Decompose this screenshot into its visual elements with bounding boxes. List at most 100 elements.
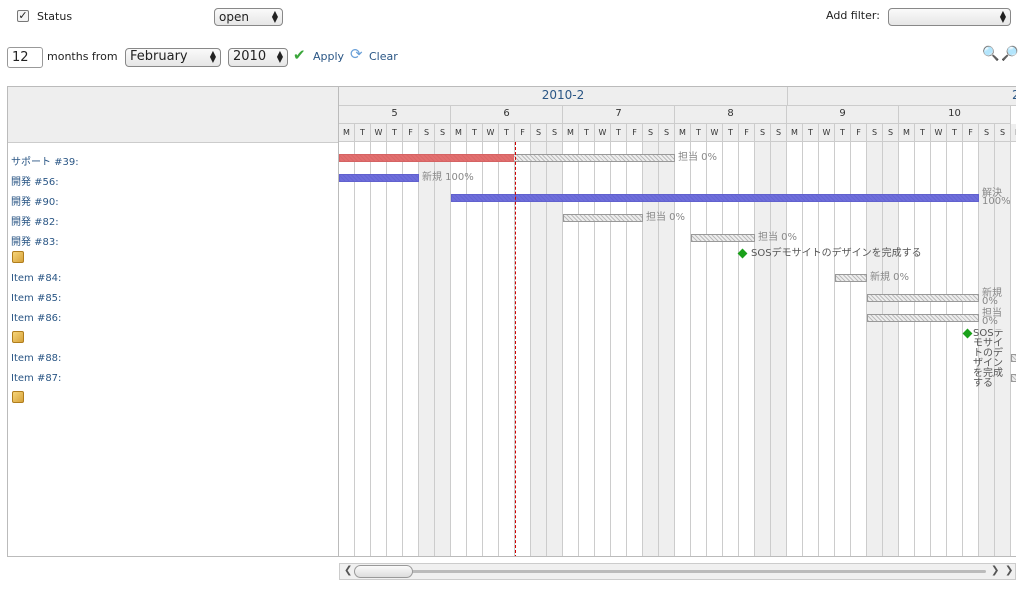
day-column (915, 124, 931, 556)
clear-link[interactable]: Clear (369, 50, 398, 63)
milestone-label: SOSデモサイトのデザインを完成する (751, 248, 922, 259)
issue-link[interactable]: 開発 #82: (11, 213, 59, 228)
day-letter: T (835, 124, 851, 142)
day-letter: T (467, 124, 483, 142)
version-icon[interactable] (12, 391, 24, 403)
day-column (851, 124, 867, 556)
issue-link[interactable]: 開発 #83: (11, 233, 59, 248)
zoom-out-icon[interactable]: 🔎 (1001, 47, 1018, 61)
day-letter: T (499, 124, 515, 142)
issue-link[interactable]: サポート #39: (11, 153, 79, 168)
day-letter: F (739, 124, 755, 142)
week-header: 7 (563, 106, 675, 124)
issue-link[interactable]: Item #84: (11, 273, 61, 284)
day-column (803, 124, 819, 556)
day-letter: T (723, 124, 739, 142)
day-letter: S (659, 124, 675, 142)
months-from-label: months from (47, 50, 118, 63)
day-letter: S (867, 124, 883, 142)
day-letter: T (579, 124, 595, 142)
day-column (659, 124, 675, 556)
scroll-left-icon[interactable]: ❮ (344, 565, 352, 576)
apply-link[interactable]: Apply (313, 50, 344, 63)
gantt-bar-86[interactable] (867, 314, 979, 322)
day-letter: S (435, 124, 451, 142)
gantt-subjects-header (8, 87, 338, 143)
status-select[interactable]: open ▲ ▼ (214, 8, 283, 26)
apply-icon[interactable]: ✔ (293, 48, 306, 63)
issue-link[interactable]: 開発 #90: (11, 193, 59, 208)
day-column (931, 124, 947, 556)
day-column (691, 124, 707, 556)
version-icon[interactable] (12, 331, 24, 343)
select-arrows-icon: ▲ ▼ (271, 9, 278, 24)
day-column (787, 124, 803, 556)
day-column (531, 124, 547, 556)
bar-label: 0% (982, 316, 998, 327)
day-letter: S (979, 124, 995, 142)
day-column (435, 124, 451, 556)
day-letter: F (403, 124, 419, 142)
gantt-bar-56-progress (339, 174, 419, 182)
gantt-bar-82[interactable] (563, 214, 643, 222)
day-column (403, 124, 419, 556)
add-filter-select[interactable]: ▲ ▼ (888, 8, 1011, 26)
week-header: 9 (787, 106, 899, 124)
day-letter: F (963, 124, 979, 142)
day-letter: W (931, 124, 947, 142)
next-month-header: 2 (1012, 88, 1016, 102)
week-header: 8 (675, 106, 787, 124)
horizontal-scrollbar[interactable]: ❮ ❯ ❯ (339, 563, 1016, 580)
day-letter: T (611, 124, 627, 142)
issue-link[interactable]: Item #88: (11, 353, 61, 364)
scroll-right-inner-icon[interactable]: ❯ (991, 565, 999, 576)
scroll-thumb[interactable] (354, 565, 413, 578)
issue-link[interactable]: Item #87: (11, 373, 61, 384)
day-column (547, 124, 563, 556)
gantt-bar-partial[interactable] (1011, 354, 1016, 362)
day-column (675, 124, 691, 556)
day-letter: W (707, 124, 723, 142)
day-column (883, 124, 899, 556)
day-letter: S (643, 124, 659, 142)
gantt-bar-84[interactable] (835, 274, 867, 282)
day-letter: T (387, 124, 403, 142)
issue-link[interactable]: Item #85: (11, 293, 61, 304)
version-icon[interactable] (12, 251, 24, 263)
year-select[interactable]: 2010 ▲ ▼ (228, 48, 288, 67)
gantt-bar-partial[interactable] (1011, 374, 1016, 382)
day-letter: W (595, 124, 611, 142)
day-letter: T (915, 124, 931, 142)
day-letter: S (419, 124, 435, 142)
day-letter: M (1011, 124, 1016, 142)
zoom-in-icon[interactable]: 🔍 (982, 47, 999, 61)
month-header: 2010-2 (541, 88, 585, 102)
scroll-right-icon[interactable]: ❯ (1005, 565, 1013, 576)
issue-link[interactable]: Item #86: (11, 313, 61, 324)
day-letter: F (627, 124, 643, 142)
month-select[interactable]: February ▲ ▼ (125, 48, 221, 67)
months-input[interactable]: 12 (7, 47, 43, 68)
select-arrows-icon: ▲ ▼ (276, 49, 283, 64)
day-letter: S (755, 124, 771, 142)
day-column (771, 124, 787, 556)
gantt-bar-85[interactable] (867, 294, 979, 302)
day-column (739, 124, 755, 556)
day-column (835, 124, 851, 556)
gantt-chart: サポート #39: 開発 #56: 開発 #90: 開発 #82: 開発 #83: Ite… (7, 86, 1016, 557)
day-letter: T (691, 124, 707, 142)
scroll-track[interactable] (354, 570, 986, 573)
milestone-label: SOSデモサイトのデザインを完成する (973, 329, 1004, 389)
status-checkbox[interactable]: ✓ (17, 10, 29, 22)
day-letter: M (787, 124, 803, 142)
day-column (611, 124, 627, 556)
gantt-bar-90-progress (451, 194, 979, 202)
clear-icon[interactable]: ⟳ (350, 47, 363, 62)
day-column (387, 124, 403, 556)
day-letter: T (803, 124, 819, 142)
select-arrows-icon: ▲ ▼ (999, 9, 1006, 24)
gantt-bar-83[interactable] (691, 234, 755, 242)
day-letter: M (563, 124, 579, 142)
issue-link[interactable]: 開発 #56: (11, 173, 59, 188)
day-letter: S (771, 124, 787, 142)
